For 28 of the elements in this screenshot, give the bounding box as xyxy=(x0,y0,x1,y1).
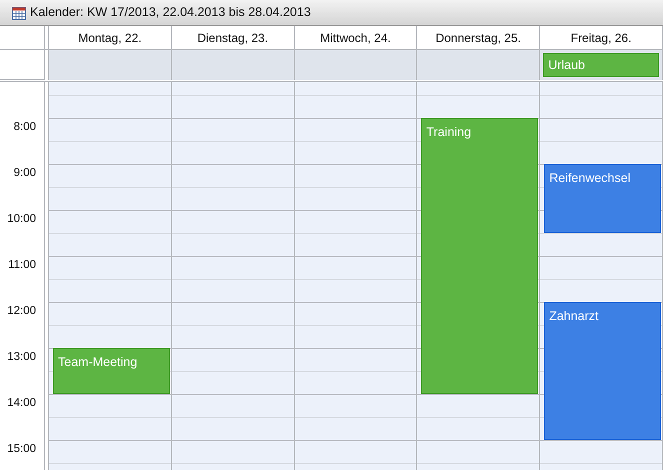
all-day-cell[interactable] xyxy=(49,50,172,80)
hour-label: 15:00 xyxy=(7,442,36,457)
day-column[interactable]: Team-Meeting xyxy=(49,82,172,470)
all-day-cell[interactable] xyxy=(172,50,295,80)
window-title: Kalender: KW 17/2013, 22.04.2013 bis 28.04.2013 xyxy=(30,4,311,22)
hour-label: 8:00 xyxy=(14,120,36,135)
day-header: Freitag, 26. xyxy=(540,26,663,49)
day-column[interactable] xyxy=(294,82,418,470)
calendar-icon xyxy=(12,6,26,20)
hour-label: 9:00 xyxy=(14,166,36,181)
hour-label: 12:00 xyxy=(7,304,36,319)
all-day-cell[interactable] xyxy=(294,50,418,80)
day-header: Montag, 22. xyxy=(49,26,172,49)
calendar-event[interactable]: Team-Meeting xyxy=(53,348,170,394)
hour-label: 13:00 xyxy=(7,350,36,365)
day-header: Donnerstag, 25. xyxy=(417,26,540,49)
all-day-cell[interactable] xyxy=(417,50,540,80)
day-header: Dienstag, 23. xyxy=(172,26,295,49)
day-column[interactable]: Reifenwechsel Zahnarzt xyxy=(540,82,663,470)
hour-label: 11:00 xyxy=(8,258,36,273)
calendar-event[interactable]: Reifenwechsel xyxy=(544,164,661,233)
hour-label: 10:00 xyxy=(7,212,36,227)
calendar-event[interactable]: Training xyxy=(421,118,538,394)
day-column[interactable]: Training xyxy=(417,82,540,470)
hour-label: 14:00 xyxy=(7,396,36,411)
day-header: Mittwoch, 24. xyxy=(294,26,418,49)
day-column[interactable] xyxy=(172,82,295,470)
calendar-event[interactable]: Zahnarzt xyxy=(544,302,661,440)
